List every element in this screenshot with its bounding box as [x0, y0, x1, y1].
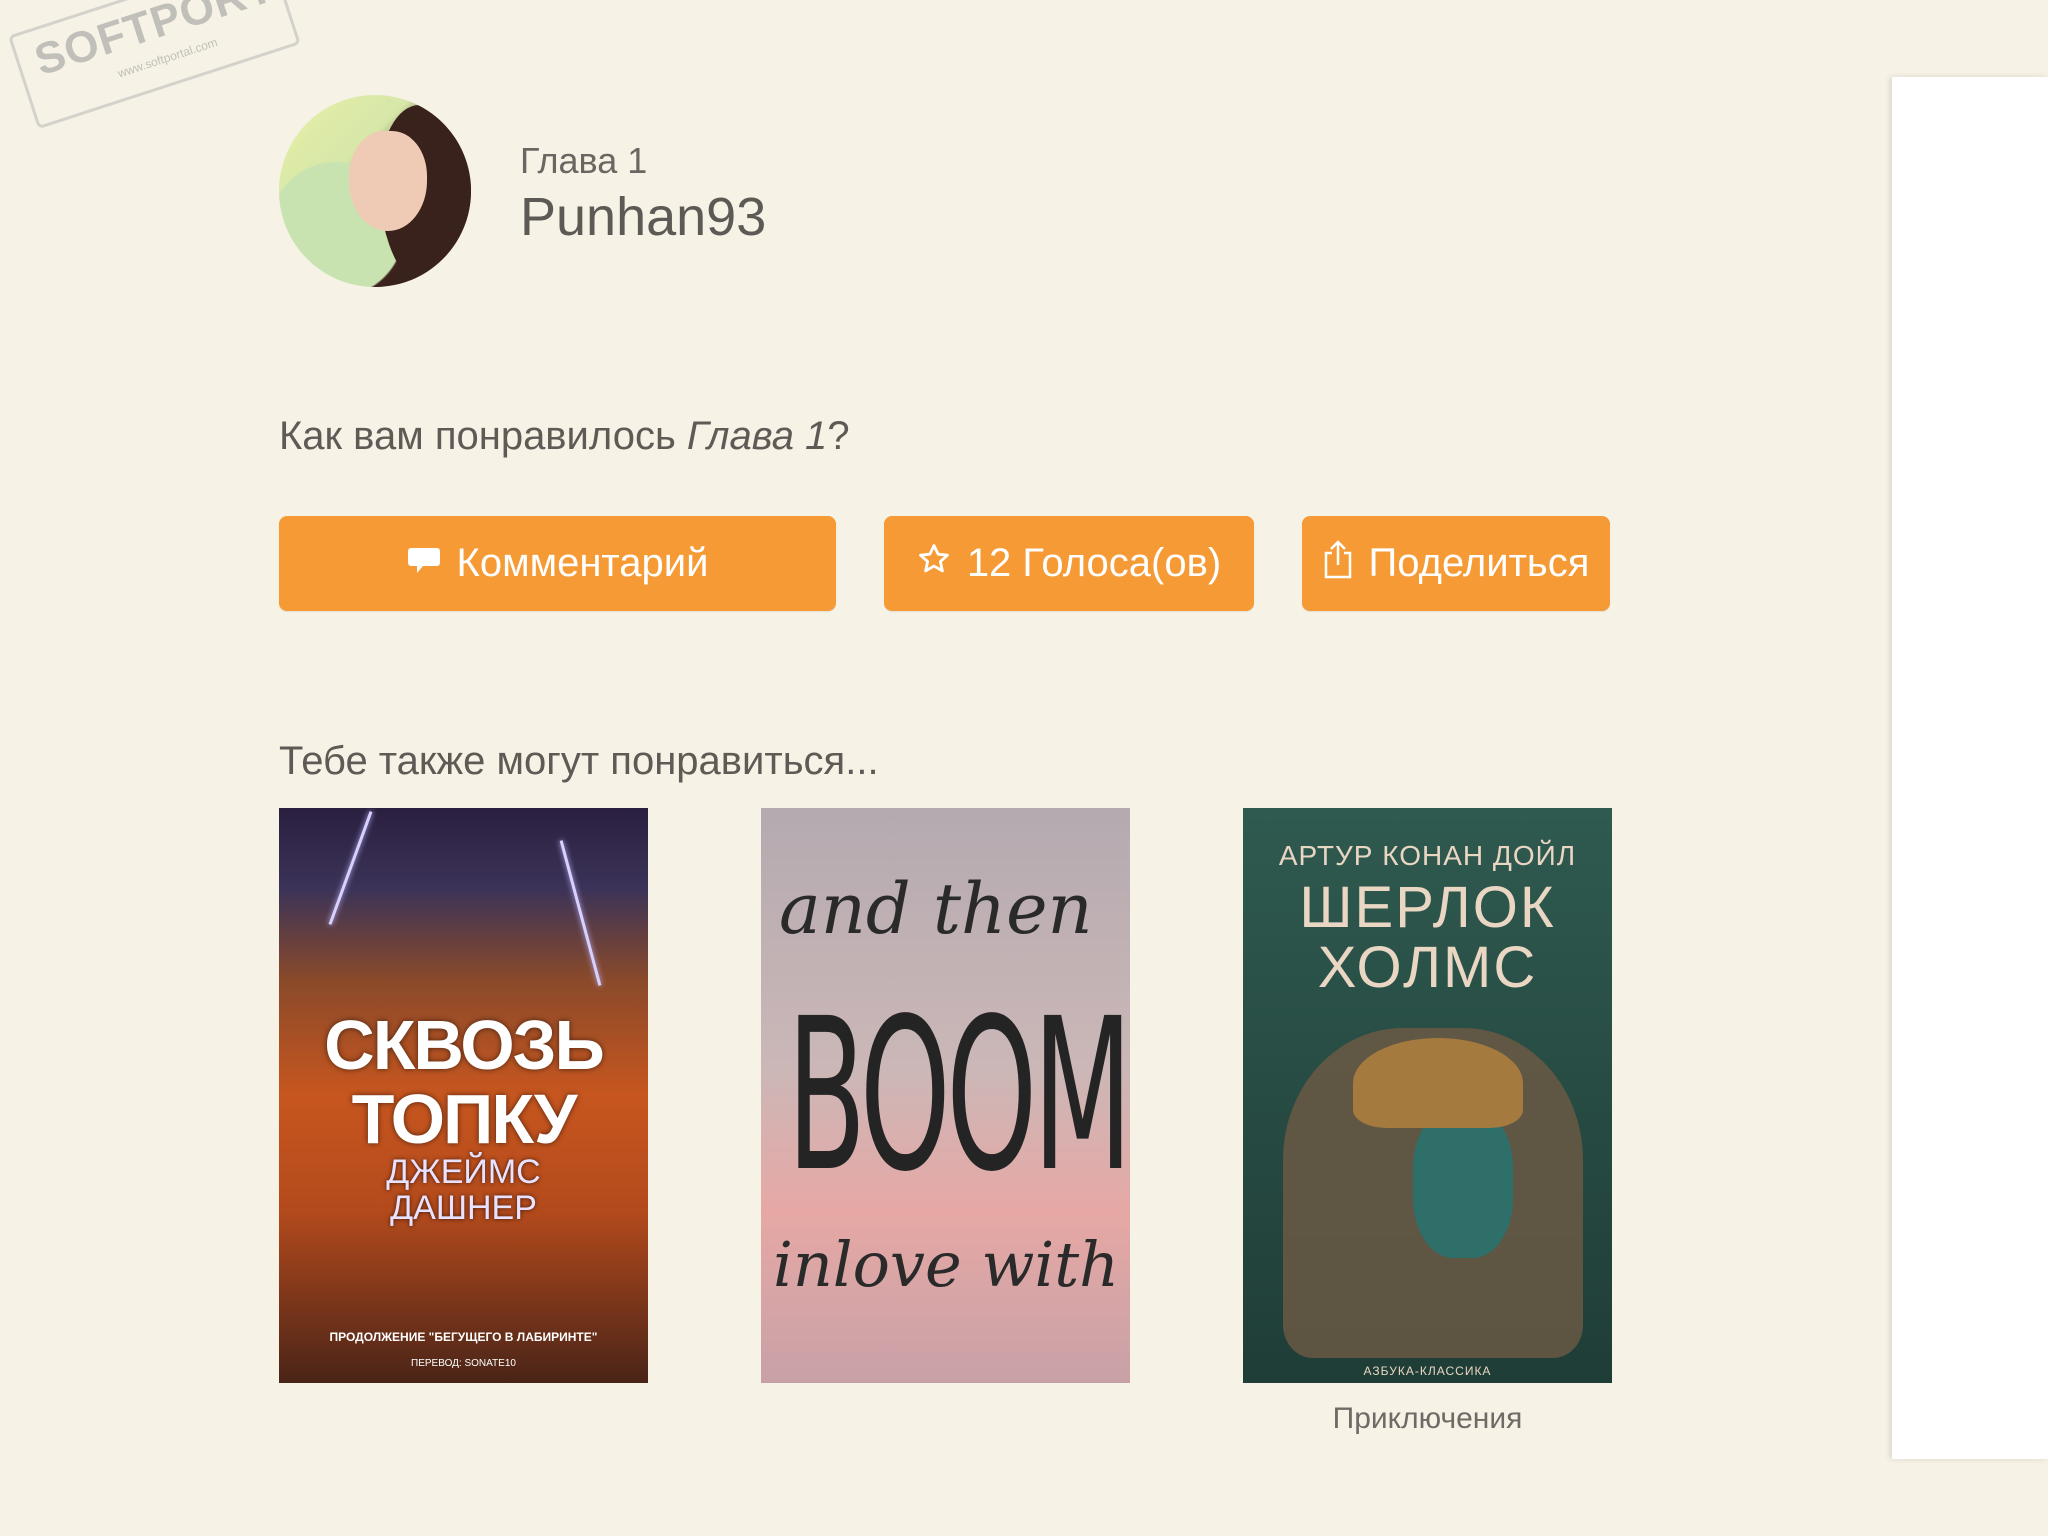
vote-button[interactable]: 12 Голоса(ов) — [884, 516, 1254, 611]
recommendations-heading: Тебе также могут понравиться... — [279, 739, 879, 783]
cover-title-line: ХОЛМС — [1317, 935, 1538, 1000]
share-icon — [1323, 539, 1353, 589]
star-outline-icon — [917, 541, 951, 586]
cover-illustration-face — [1413, 1108, 1513, 1258]
rating-question: Как вам понравилось Глава 1? — [279, 414, 850, 459]
share-button-label: Поделиться — [1368, 541, 1590, 585]
lightning-bolt — [559, 840, 602, 986]
book-cover-and-then-boom[interactable]: and then BOOM! inlove with — [761, 808, 1130, 1383]
cover-title: СКВОЗЬ ТОПКУ — [279, 1008, 648, 1156]
book-cover-sherlock-holmes[interactable]: АРТУР КОНАН ДОЙЛ ШЕРЛОК ХОЛМС АЗБУКА-КЛА… — [1243, 808, 1612, 1383]
comment-button[interactable]: Комментарий — [279, 516, 836, 611]
cover-illustration-hat — [1353, 1038, 1523, 1128]
question-chapter: Глава 1 — [686, 414, 828, 458]
avatar-face — [349, 131, 427, 231]
cover-text-bottom: inlove with — [773, 1228, 1120, 1301]
cover-title: ШЕРЛОК ХОЛМС — [1243, 878, 1612, 998]
cover-publisher: АЗБУКА-КЛАССИКА — [1363, 1364, 1492, 1378]
cover-title-line: ТОПКУ — [351, 1080, 578, 1158]
side-panel — [1892, 77, 2048, 1459]
cover-author-line: ДЖЕЙМС — [386, 1153, 541, 1191]
cover-text-top: and then — [779, 868, 1093, 950]
comment-button-label: Комментарий — [456, 541, 709, 585]
lightning-bolt — [328, 811, 373, 925]
cover-author: ДЖЕЙМС ДАШНЕР — [279, 1154, 648, 1226]
author-name[interactable]: Punhan93 — [520, 186, 766, 248]
cover-text-main: BOOM! — [787, 973, 1130, 1218]
question-prefix: Как вам понравилось — [279, 414, 687, 458]
cover-subtitle: ПРОДОЛЖЕНИЕ "БЕГУЩЕГО В ЛАБИРИНТЕ" — [329, 1330, 598, 1344]
book-cover-skvoz-topku[interactable]: СКВОЗЬ ТОПКУ ДЖЕЙМС ДАШНЕР ПРОДОЛЖЕНИЕ "… — [279, 808, 648, 1383]
softportal-watermark: SOFTPORTAL TM www.softportal.com — [8, 0, 334, 130]
chapter-label: Глава 1 — [520, 140, 648, 181]
vote-count-label: 12 Голоса(ов) — [966, 541, 1222, 585]
cover-title-line: СКВОЗЬ — [324, 1006, 605, 1084]
share-button[interactable]: Поделиться — [1302, 516, 1610, 611]
question-suffix: ? — [827, 414, 850, 458]
cover-title-line: ШЕРЛОК — [1299, 875, 1556, 940]
cover-author: АРТУР КОНАН ДОЙЛ — [1278, 840, 1577, 871]
author-avatar[interactable] — [279, 95, 471, 287]
cover-translator: ПЕРЕВОД: SONATE10 — [411, 1358, 516, 1369]
speech-bubble-icon — [407, 541, 441, 586]
watermark-logo: SOFTPORTAL — [28, 0, 335, 86]
cover-author-line: ДАШНЕР — [390, 1189, 537, 1227]
book-genre-caption: Приключения — [1332, 1402, 1523, 1435]
